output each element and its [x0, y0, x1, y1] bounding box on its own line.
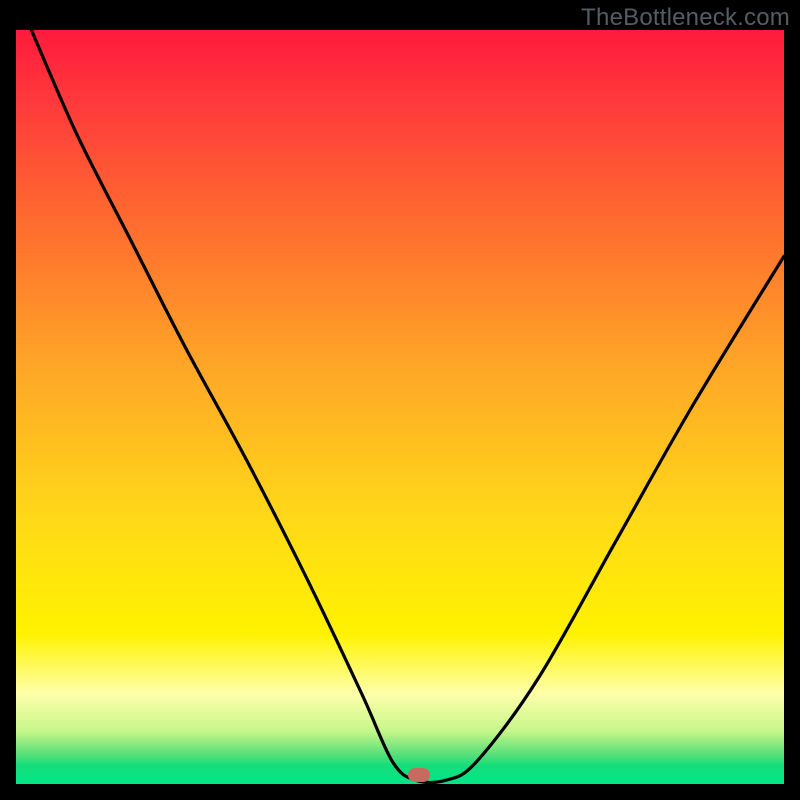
- optimum-marker: [408, 768, 430, 782]
- chart-gradient-background: [16, 30, 784, 784]
- chart-frame: [16, 30, 784, 784]
- watermark-text: TheBottleneck.com: [581, 4, 790, 32]
